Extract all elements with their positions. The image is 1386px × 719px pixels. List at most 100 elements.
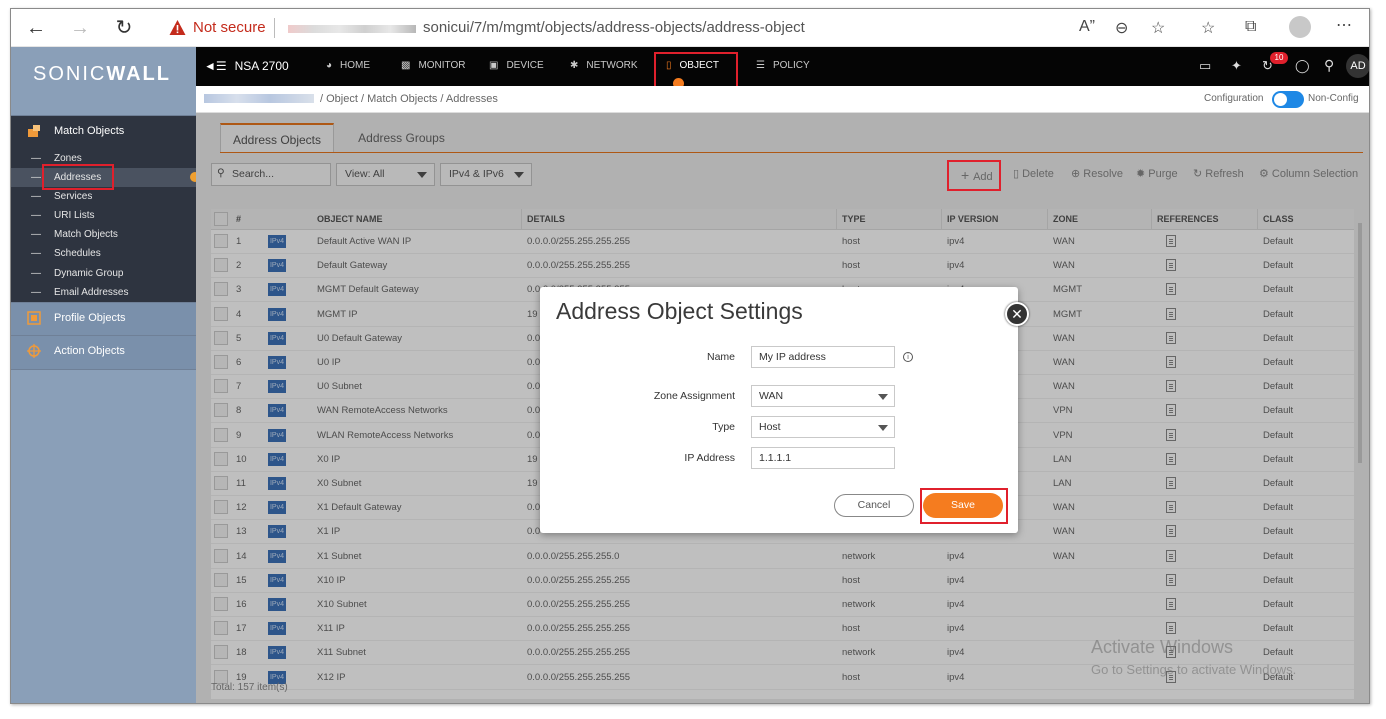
zone-select-value: WAN: [759, 390, 784, 402]
nav-monitor[interactable]: ▩ MONITOR: [401, 60, 466, 71]
sidebar-item-email-addresses[interactable]: — Email Addresses: [11, 283, 196, 302]
nav-label: HOME: [340, 60, 371, 71]
sidebar-item-action-objects[interactable]: Action Objects: [11, 336, 196, 370]
address-bar[interactable]: Not secure sonicui/7/m/mgmt/objects/addr…: [153, 14, 1178, 43]
zone-assignment-label: Zone Assignment: [653, 390, 735, 402]
logo-area: SONICWALL: [11, 47, 196, 116]
browser-toolbar: ← → ↻ Not secure sonicui/7/m/mgmt/object…: [11, 9, 1369, 47]
browser-window: ← → ↻ Not secure sonicui/7/m/mgmt/object…: [10, 8, 1370, 704]
match-objects-section: Match Objects — Zones — Addresses — Service…: [11, 116, 196, 302]
sidebar-item-profile-objects[interactable]: Profile Objects: [11, 302, 196, 336]
sidebar-section-label: Action Objects: [54, 345, 125, 357]
url-separator: [274, 18, 275, 38]
name-field[interactable]: My IP address: [751, 346, 895, 368]
sidebar-item-label: URI Lists: [54, 210, 95, 221]
back-icon[interactable]: ←: [23, 15, 49, 41]
sidebar: SONICWALL Match Objects — Zones — Addresse…: [11, 47, 196, 703]
chevron-down-icon: [878, 394, 888, 400]
close-icon[interactable]: ✕: [1005, 302, 1029, 326]
config-toggle[interactable]: [1272, 91, 1304, 108]
collections-icon[interactable]: ⧉: [1245, 18, 1256, 36]
nonconfig-label: Non-Config: [1308, 93, 1359, 104]
profile-avatar[interactable]: [1289, 16, 1311, 38]
redacted-host: [288, 25, 416, 33]
network-icon: ✱: [570, 60, 579, 71]
sidebar-section-label: Profile Objects: [54, 312, 126, 324]
sidebar-item-label: Services: [54, 191, 93, 202]
top-navigation: ◄☰ NSA 2700 ◕ HOME ▩ MONITOR ▣ DEVICE ✱ NETWO…: [196, 47, 1369, 89]
wizard-icon[interactable]: ✦: [1231, 58, 1242, 74]
nav-label: MONITOR: [418, 60, 466, 71]
profile-objects-icon: [27, 311, 41, 325]
search-icon[interactable]: ⚲: [1324, 57, 1334, 74]
sidebar-item-label: Zones: [54, 153, 82, 164]
console-icon[interactable]: ▭: [1199, 58, 1211, 74]
zone-assignment-select[interactable]: WAN: [751, 385, 895, 407]
sidebar-item-label: Schedules: [54, 248, 101, 259]
nav-network[interactable]: ✱ NETWORK: [570, 60, 638, 71]
redacted-crumb: [204, 94, 314, 103]
device-menu[interactable]: ◄☰ NSA 2700: [204, 59, 289, 73]
action-objects-icon: [27, 344, 41, 358]
nav-device[interactable]: ▣ DEVICE: [489, 60, 544, 71]
favorites-icon[interactable]: ☆: [1201, 18, 1215, 38]
warning-icon: [169, 20, 186, 35]
type-select-value: Host: [759, 421, 781, 433]
user-avatar[interactable]: AD: [1346, 54, 1369, 78]
dialog-title: Address Object Settings: [556, 298, 803, 324]
notification-badge: 10: [1270, 52, 1288, 64]
windows-activation-text: Go to Settings to activate Windows.: [1091, 662, 1297, 677]
nav-label: DEVICE: [506, 60, 544, 71]
sidebar-item-label: Dynamic Group: [54, 268, 124, 279]
read-aloud-icon[interactable]: A”: [1079, 18, 1095, 36]
info-icon[interactable]: i: [903, 352, 913, 362]
nav-policy[interactable]: ☰ POLICY: [756, 60, 810, 71]
sidebar-item-dynamic-group[interactable]: — Dynamic Group: [11, 264, 196, 283]
name-label: Name: [706, 351, 735, 363]
menu-collapse-icon: ◄☰: [204, 59, 227, 73]
sidebar-item-match-objects-sub[interactable]: — Match Objects: [11, 225, 196, 244]
breadcrumb-bar: / Object / Match Objects / Addresses Con…: [196, 86, 1369, 113]
device-name: NSA 2700: [234, 59, 289, 73]
url-text[interactable]: sonicui/7/m/mgmt/objects/address-objects…: [423, 19, 805, 36]
favorite-add-icon[interactable]: ☆: [1151, 18, 1165, 38]
device-icon: ▣: [489, 60, 499, 71]
monitor-icon: ▩: [401, 60, 411, 71]
breadcrumb[interactable]: / Object / Match Objects / Addresses: [320, 93, 498, 105]
table-scrollbar[interactable]: [1358, 223, 1362, 463]
highlight-box-add: [947, 160, 1001, 191]
nav-label: NETWORK: [586, 60, 638, 71]
config-label: Configuration: [1204, 93, 1264, 104]
lightbulb-icon[interactable]: ◯: [1295, 58, 1310, 74]
nav-label: POLICY: [772, 60, 810, 71]
reload-icon[interactable]: ↻: [111, 15, 137, 41]
cancel-button[interactable]: Cancel: [834, 494, 914, 517]
match-objects-icon: [28, 125, 40, 137]
home-icon: ◕: [326, 60, 333, 71]
policy-icon: ☰: [756, 60, 765, 71]
highlight-box-save: [920, 488, 1008, 524]
ip-address-value: 1.1.1.1: [759, 452, 792, 464]
sidebar-item-schedules[interactable]: — Schedules: [11, 244, 196, 263]
type-select[interactable]: Host: [751, 416, 895, 438]
sidebar-item-label: Email Addresses: [54, 287, 129, 298]
sonicwall-logo: SONICWALL: [33, 63, 171, 85]
sidebar-item-label: Match Objects: [54, 229, 118, 240]
type-label: Type: [712, 421, 735, 433]
more-icon[interactable]: ⋯: [1336, 15, 1352, 35]
chevron-down-icon: [878, 425, 888, 431]
not-secure-label[interactable]: Not secure: [193, 19, 266, 36]
ip-address-field[interactable]: 1.1.1.1: [751, 447, 895, 469]
windows-activation-title: Activate Windows: [1091, 637, 1234, 657]
address-object-dialog: Address Object Settings ✕ Name My IP add…: [540, 287, 1029, 533]
forward-icon[interactable]: →: [67, 15, 93, 41]
sidebar-section-label: Match Objects: [54, 125, 125, 137]
name-field-value: My IP address: [759, 351, 826, 363]
zoom-icon[interactable]: ⊖: [1115, 18, 1128, 38]
ip-address-label: IP Address: [684, 452, 735, 464]
highlight-box-addresses: [42, 164, 114, 190]
toggle-knob: [1274, 93, 1287, 106]
sidebar-item-match-objects[interactable]: Match Objects: [11, 116, 196, 148]
nav-home[interactable]: ◕ HOME: [326, 60, 370, 71]
sidebar-item-uri-lists[interactable]: — URI Lists: [11, 206, 196, 225]
